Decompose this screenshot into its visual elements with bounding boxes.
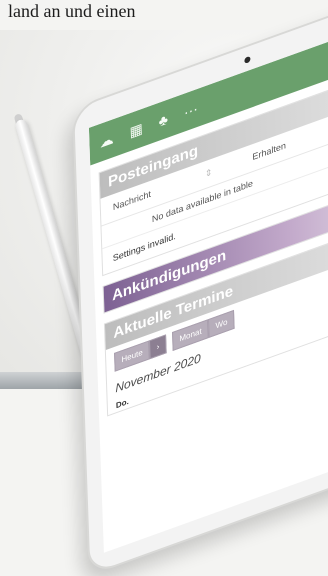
next-arrow-icon[interactable]: › [149, 334, 167, 360]
article-caption-text: land an und einen [8, 1, 136, 21]
tablet-screen: ☁ ▦ ♣ ··· ♠ ♪ D Posteingang Nachricht ⇕ … [88, 9, 328, 553]
calendar-icon[interactable]: ▦ [129, 120, 143, 141]
week-view-button[interactable]: Wo [208, 309, 235, 338]
front-camera [244, 55, 251, 64]
sort-icon[interactable]: ⇕ [205, 167, 213, 181]
leaf-icon[interactable]: ♣ [158, 111, 168, 130]
column-received[interactable]: Erhalten [252, 140, 286, 163]
more-icon[interactable]: ··· [184, 100, 199, 121]
cloud-upload-icon[interactable]: ☁ [99, 130, 114, 151]
